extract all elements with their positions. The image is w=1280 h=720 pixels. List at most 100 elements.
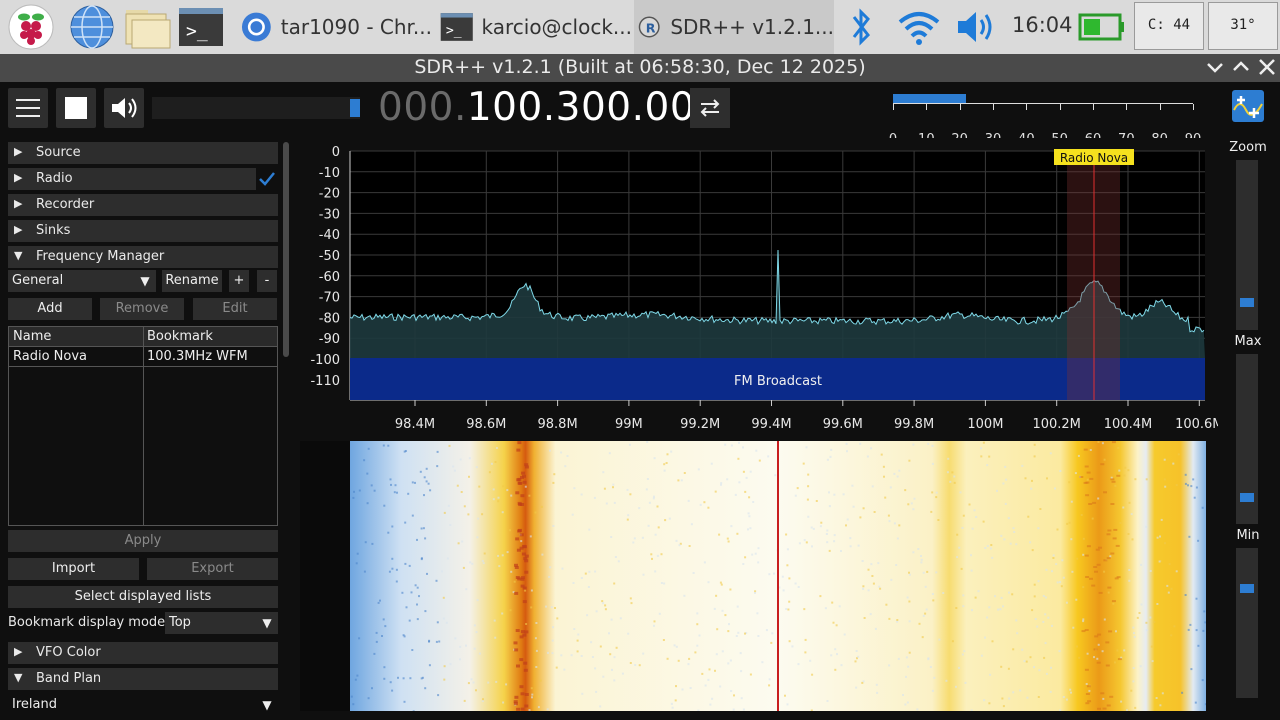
delete-list-button[interactable]: - bbox=[257, 270, 277, 292]
waterfall-signal bbox=[1085, 702, 1090, 705]
terminal-icon[interactable]: >_ bbox=[178, 4, 224, 50]
volume-slider[interactable] bbox=[152, 97, 360, 119]
waterfall-noise bbox=[877, 562, 880, 565]
waterfall-noise bbox=[862, 585, 865, 588]
waterfall-noise bbox=[1155, 697, 1158, 699]
radio-enable-checkmark-icon[interactable] bbox=[258, 170, 276, 188]
waterfall-noise bbox=[1082, 537, 1085, 540]
wifi-icon[interactable] bbox=[896, 4, 942, 50]
section-source[interactable]: ▶ Source bbox=[8, 142, 278, 164]
waterfall-noise bbox=[803, 608, 806, 611]
waterfall-noise bbox=[946, 471, 949, 474]
waterfall-noise bbox=[556, 617, 559, 620]
waterfall-noise bbox=[968, 503, 971, 506]
raspberry-menu-icon[interactable] bbox=[6, 4, 56, 50]
waterfall-noise bbox=[525, 623, 528, 625]
taskbar-task-chromium[interactable]: tar1090 - Chr... bbox=[236, 0, 432, 54]
taskbar-task-sdrpp[interactable]: R SDR++ v1.2.1... bbox=[634, 0, 834, 54]
waterfall-noise bbox=[599, 645, 602, 648]
import-button[interactable]: Import bbox=[8, 558, 139, 580]
waterfall-noise bbox=[463, 699, 466, 702]
waterfall-noise bbox=[906, 701, 909, 704]
waterfall-signal bbox=[1085, 693, 1090, 695]
volume-icon[interactable] bbox=[954, 4, 998, 50]
band-plan-select[interactable]: Ireland ▼ bbox=[8, 694, 278, 716]
fft-spectrum-plot[interactable]: 0 -10 -20 -30 -40 -50 -60 -70 -80 -90 -100 -110 98.4… bbox=[300, 138, 1218, 438]
waterfall-noise bbox=[1044, 613, 1047, 616]
cpu-monitor[interactable]: C: 44 bbox=[1134, 2, 1204, 50]
rename-list-button[interactable]: Rename bbox=[162, 270, 222, 292]
waterfall-noise bbox=[699, 503, 702, 506]
waterfall-signal bbox=[1117, 658, 1122, 661]
waterfall-noise bbox=[921, 636, 924, 639]
waterfall-noise bbox=[553, 473, 556, 476]
waterfall-noise bbox=[849, 545, 852, 548]
min-slider-handle[interactable] bbox=[1240, 584, 1254, 593]
waterfall-noise bbox=[1055, 563, 1058, 566]
table-row-name[interactable]: Radio Nova bbox=[13, 349, 87, 364]
minimize-button[interactable] bbox=[1204, 56, 1226, 78]
waterfall-image[interactable] bbox=[350, 441, 1206, 711]
volume-slider-handle[interactable] bbox=[350, 99, 360, 117]
mute-button[interactable] bbox=[104, 88, 144, 128]
waterfall-noise bbox=[633, 537, 636, 540]
menu-button[interactable] bbox=[8, 88, 48, 128]
waterfall-noise bbox=[786, 548, 789, 551]
max-slider-handle[interactable] bbox=[1240, 493, 1254, 502]
section-vfo-color[interactable]: ▶ VFO Color bbox=[8, 642, 278, 664]
taskbar-task-terminal[interactable]: >_ karcio@clock... bbox=[436, 0, 632, 54]
table-row-bookmark[interactable]: 100.3MHz WFM bbox=[147, 349, 248, 364]
clock[interactable]: 16:04 bbox=[1012, 13, 1073, 37]
select-displayed-lists-button[interactable]: Select displayed lists bbox=[8, 586, 278, 608]
stop-button[interactable] bbox=[56, 88, 96, 128]
web-browser-icon[interactable] bbox=[68, 4, 116, 50]
waterfall-noise bbox=[435, 579, 438, 582]
waterfall-noise bbox=[726, 537, 729, 540]
remove-bookmark-button[interactable]: Remove bbox=[100, 298, 184, 320]
maximize-button[interactable] bbox=[1230, 56, 1252, 78]
waterfall-noise bbox=[971, 609, 973, 612]
section-recorder[interactable]: ▶ Recorder bbox=[8, 194, 278, 216]
bookmark-list-select[interactable]: General ▼ bbox=[8, 270, 156, 292]
add-list-button[interactable]: + bbox=[229, 270, 249, 292]
section-band-plan[interactable]: ▼ Band Plan bbox=[8, 668, 278, 690]
bluetooth-icon[interactable] bbox=[846, 4, 876, 50]
waterfall-noise bbox=[383, 666, 386, 669]
fft-spectrum-panel[interactable]: 0 -10 -20 -30 -40 -50 -60 -70 -80 -90 -100 -110 98.4… bbox=[300, 138, 1218, 438]
min-slider[interactable] bbox=[1236, 548, 1258, 698]
bookmark-display-mode-select[interactable]: Top ▼ bbox=[165, 612, 278, 634]
waterfall-noise bbox=[394, 484, 397, 487]
temperature-monitor[interactable]: 31° bbox=[1208, 2, 1278, 50]
waterfall-noise bbox=[1096, 657, 1099, 660]
zoom-slider-handle[interactable] bbox=[1240, 298, 1254, 307]
waterfall-signal bbox=[523, 668, 528, 672]
battery-icon[interactable] bbox=[1078, 4, 1126, 50]
waterfall-noise bbox=[1033, 583, 1036, 586]
waterfall-noise bbox=[1031, 479, 1033, 482]
export-button[interactable]: Export bbox=[147, 558, 278, 580]
frequency-display[interactable]: 000.100.300.000 bbox=[378, 85, 720, 130]
waterfall-signal bbox=[1098, 591, 1103, 594]
waterfall-noise bbox=[787, 608, 790, 611]
add-bookmark-button[interactable]: Add bbox=[8, 298, 92, 320]
waterfall-noise bbox=[1059, 470, 1062, 472]
file-manager-icon[interactable] bbox=[122, 4, 174, 50]
waterfall-noise bbox=[657, 526, 660, 529]
section-frequency-manager[interactable]: ▼ Frequency Manager bbox=[8, 246, 278, 268]
waterfall-display[interactable] bbox=[350, 441, 1206, 711]
waterfall-noise bbox=[602, 471, 605, 474]
section-sinks[interactable]: ▶ Sinks bbox=[8, 220, 278, 242]
frequency-leading-digits[interactable]: 000. bbox=[378, 85, 467, 130]
waterfall-signal bbox=[1109, 695, 1114, 698]
apply-button[interactable]: Apply bbox=[8, 530, 278, 552]
waterfall-noise bbox=[929, 666, 932, 668]
waterfall-noise bbox=[714, 669, 716, 672]
swap-button[interactable] bbox=[690, 88, 730, 128]
frequency-digits[interactable]: 100.300.000 bbox=[467, 85, 721, 130]
edit-bookmark-button[interactable]: Edit bbox=[193, 298, 277, 320]
sidebar-scrollbar[interactable] bbox=[283, 142, 289, 357]
section-radio[interactable]: ▶ Radio bbox=[8, 168, 256, 190]
chromium-icon bbox=[241, 12, 271, 42]
waterfall-signal bbox=[1103, 491, 1107, 494]
close-button[interactable] bbox=[1256, 56, 1278, 78]
